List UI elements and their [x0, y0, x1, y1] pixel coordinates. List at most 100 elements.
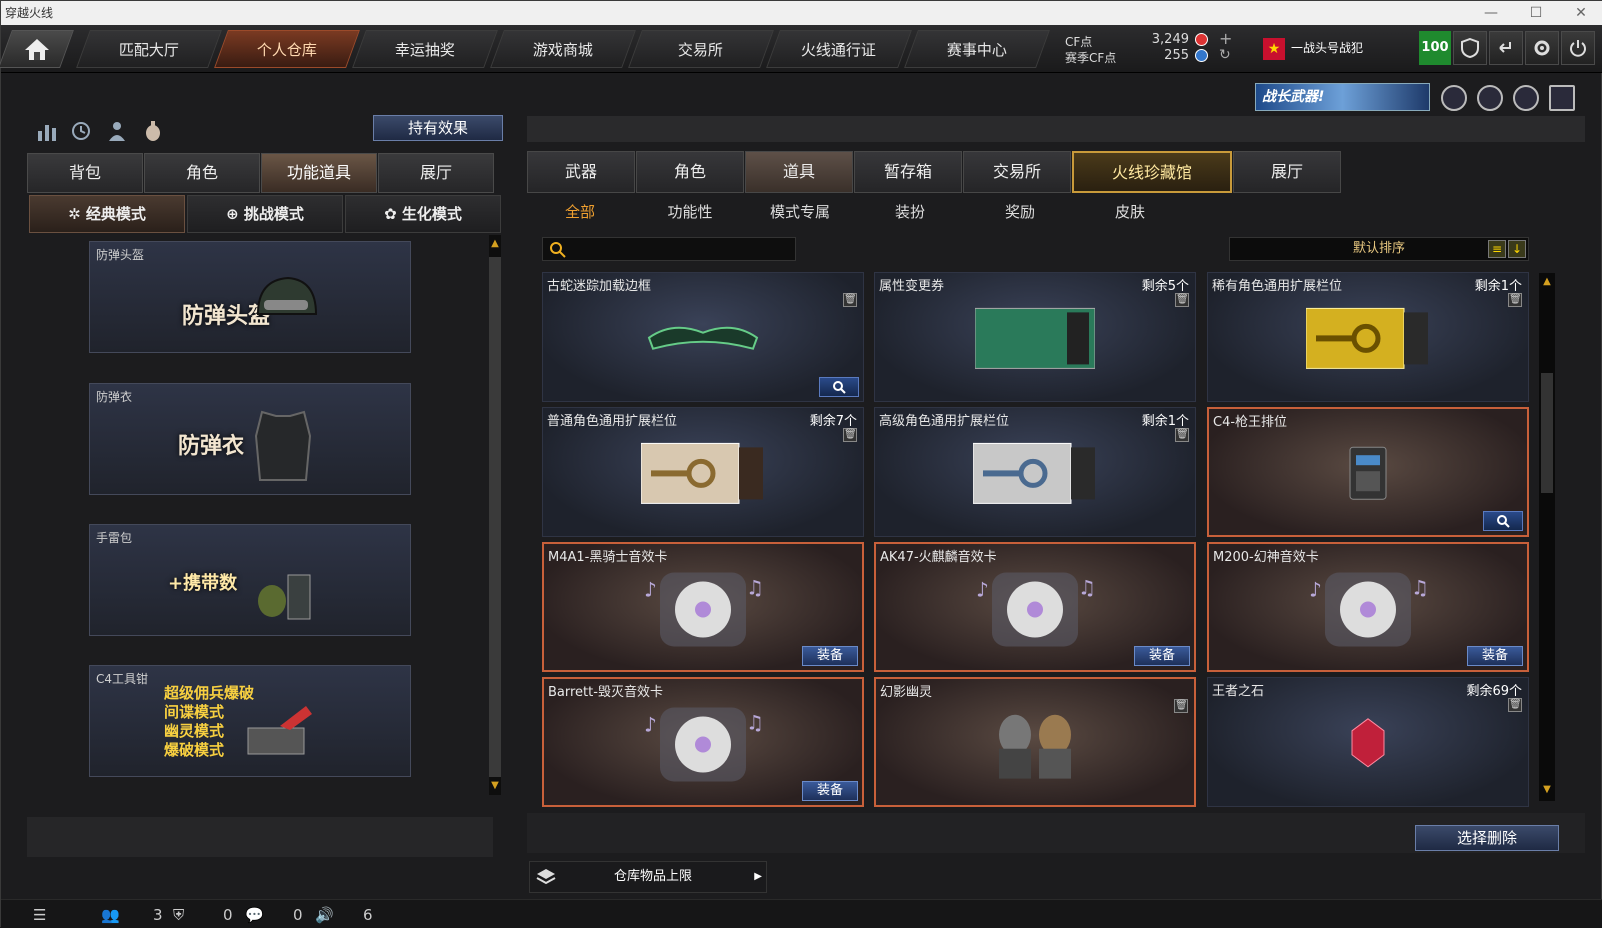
level-badge[interactable]: 100	[1419, 31, 1451, 65]
maximize-icon[interactable]: ☐	[1516, 1, 1556, 25]
emblem-icon-3[interactable]	[1513, 85, 1539, 111]
tab-character[interactable]: 角色	[144, 153, 260, 193]
capacity-bar[interactable]: 仓库物品上限 ▶	[529, 861, 767, 893]
item-card[interactable]: 普通角色通用扩展栏位 剩余7个 🗑	[542, 407, 864, 537]
emblem-icon-1[interactable]	[1441, 85, 1467, 111]
subtab-mode-exclusive[interactable]: 模式专属	[745, 197, 855, 227]
equip-button[interactable]: 装备	[1134, 646, 1190, 666]
equip-button[interactable]: 装备	[802, 646, 858, 666]
right-scrollbar[interactable]: ▲ ▼	[1539, 273, 1555, 801]
preview-button[interactable]	[1483, 511, 1523, 531]
trash-icon[interactable]: 🗑	[1508, 293, 1522, 307]
scroll-thumb[interactable]	[489, 257, 501, 777]
grenade-pack-card[interactable]: 手雷包 +携带数	[89, 524, 411, 636]
add-cf-icon[interactable]: +	[1219, 29, 1232, 48]
expand-arrow-icon[interactable]: ▶	[754, 862, 762, 892]
tab-collection[interactable]: 火线珍藏馆	[1072, 151, 1232, 193]
subtab-functional[interactable]: 功能性	[635, 197, 745, 227]
scroll-thumb[interactable]	[1541, 373, 1553, 493]
grenade-icon[interactable]	[141, 119, 165, 143]
stats-icon[interactable]	[35, 119, 59, 143]
search-input[interactable]	[571, 240, 791, 258]
nav-tab-personal-warehouse[interactable]: 个人仓库	[214, 30, 360, 68]
item-card[interactable]: 稀有角色通用扩展栏位 剩余1个 🗑	[1207, 272, 1529, 402]
close-icon[interactable]: ✕	[1561, 1, 1601, 25]
nav-tab-exchange[interactable]: 交易所	[628, 30, 774, 68]
nav-tab-game-mall[interactable]: 游戏商城	[490, 30, 636, 68]
promo-banner[interactable]: 战长武器!	[1255, 83, 1430, 111]
trash-icon[interactable]: 🗑	[1175, 293, 1189, 307]
helmet-card[interactable]: 防弹头盔 防弹头盔	[89, 241, 411, 353]
emblem-icon-2[interactable]	[1477, 85, 1503, 111]
chat-icon[interactable]: 💬	[245, 906, 264, 924]
item-card[interactable]: Barrett-毁灭音效卡 ♪ ♫ 装备	[542, 677, 864, 807]
item-card[interactable]: 古蛇迷踪加载边框 🗑	[542, 272, 864, 402]
nav-tab-lucky-draw[interactable]: 幸运抽奖	[352, 30, 498, 68]
shield-status-icon[interactable]: ⛨	[173, 906, 191, 924]
item-card[interactable]: 王者之石 剩余69个 🗑	[1207, 677, 1529, 807]
tab-temp-box[interactable]: 暂存箱	[854, 151, 962, 193]
rank-display[interactable]: ★ 一战头号战犯	[1263, 33, 1443, 63]
scroll-down-icon[interactable]: ▼	[487, 779, 503, 793]
left-scrollbar[interactable]: ▲ ▼	[489, 235, 501, 795]
preview-button[interactable]	[819, 377, 859, 397]
sort-dropdown[interactable]: 默认排序 ≡ ↓	[1229, 237, 1529, 261]
trash-icon[interactable]: 🗑	[1175, 428, 1189, 442]
menu-icon[interactable]: ☰	[33, 906, 51, 924]
home-button[interactable]	[0, 30, 74, 68]
item-card[interactable]: 属性变更券 剩余5个 🗑	[874, 272, 1196, 402]
power-icon[interactable]	[1561, 31, 1595, 65]
item-card[interactable]: M200-幻神音效卡 ♪ ♫ 装备	[1207, 542, 1529, 672]
mode-biochem[interactable]: ✿ 生化模式	[345, 195, 501, 233]
subtab-rewards[interactable]: 奖励	[965, 197, 1075, 227]
item-card[interactable]: 高级角色通用扩展栏位 剩余1个 🗑	[874, 407, 1196, 537]
nav-tab-event-center[interactable]: 赛事中心	[904, 30, 1050, 68]
vest-card[interactable]: 防弹衣 防弹衣	[89, 383, 411, 495]
item-card[interactable]: 幻影幽灵 🗑	[874, 677, 1196, 807]
equip-button[interactable]: 装备	[802, 781, 858, 801]
tab-function-items[interactable]: 功能道具	[261, 153, 377, 193]
item-card[interactable]: AK47-火麒麟音效卡 ♪ ♫ 装备	[874, 542, 1196, 672]
character-icon[interactable]	[105, 119, 129, 143]
mode-challenge[interactable]: ⊕ 挑战模式	[187, 195, 343, 233]
trash-icon[interactable]: 🗑	[843, 293, 857, 307]
trash-icon[interactable]: 🗑	[1174, 699, 1188, 713]
nav-tab-match-hall[interactable]: 匹配大厅	[76, 30, 222, 68]
hold-effect-button[interactable]: 持有效果	[373, 115, 503, 141]
tab-hall[interactable]: 展厅	[1233, 151, 1341, 193]
return-icon[interactable]	[1489, 31, 1523, 65]
tab-items[interactable]: 道具	[745, 151, 853, 193]
friends-icon[interactable]: 👥	[101, 906, 120, 924]
subtab-outfit[interactable]: 装扮	[855, 197, 965, 227]
tab-weapons[interactable]: 武器	[527, 151, 635, 193]
mode-classic[interactable]: ✲ 经典模式	[29, 195, 185, 233]
tab-exchange[interactable]: 交易所	[963, 151, 1071, 193]
list-icon[interactable]: ≡	[1488, 240, 1506, 258]
minimize-icon[interactable]: —	[1471, 1, 1511, 25]
tab-backpack[interactable]: 背包	[27, 153, 143, 193]
scroll-up-icon[interactable]: ▲	[487, 237, 503, 251]
c4-tool-card[interactable]: C4工具钳 超级佣兵爆破 间谍模式 幽灵模式 爆破模式	[89, 665, 411, 777]
history-icon[interactable]	[69, 119, 93, 143]
equip-button[interactable]: 装备	[1467, 646, 1523, 666]
refresh-icon[interactable]: ↻	[1219, 47, 1231, 63]
scroll-down-icon[interactable]: ▼	[1539, 783, 1555, 797]
tab-roles[interactable]: 角色	[636, 151, 744, 193]
item-card[interactable]: C4-枪王排位	[1207, 407, 1529, 537]
search-box[interactable]	[542, 237, 796, 261]
scroll-up-icon[interactable]: ▲	[1539, 275, 1555, 289]
shield-icon[interactable]	[1453, 31, 1487, 65]
trash-icon[interactable]: 🗑	[1508, 698, 1522, 712]
emblem-icon-4[interactable]	[1549, 85, 1575, 111]
nav-tab-battle-pass[interactable]: 火线通行证	[766, 30, 912, 68]
item-art: ♪ ♫	[1303, 567, 1433, 657]
subtab-skins[interactable]: 皮肤	[1075, 197, 1185, 227]
select-delete-button[interactable]: 选择删除	[1415, 825, 1559, 851]
speaker-icon[interactable]: 🔊	[315, 906, 334, 924]
gear-icon[interactable]	[1525, 31, 1559, 65]
tab-showroom[interactable]: 展厅	[378, 153, 494, 193]
sort-down-icon[interactable]: ↓	[1508, 240, 1526, 258]
subtab-all[interactable]: 全部	[525, 197, 635, 227]
trash-icon[interactable]: 🗑	[843, 428, 857, 442]
item-card[interactable]: M4A1-黑骑士音效卡 ♪ ♫ 装备	[542, 542, 864, 672]
